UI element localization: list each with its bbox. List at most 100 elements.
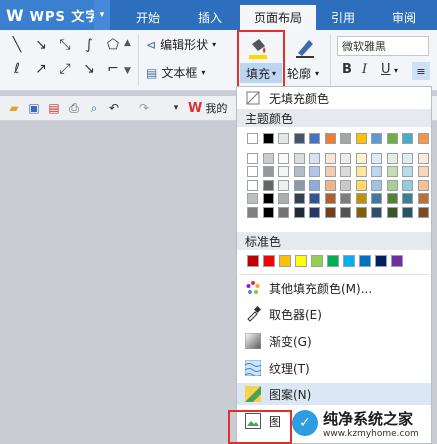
elbow-connector-shape-icon[interactable]: ⌐ [104, 60, 122, 78]
theme-color-swatch[interactable] [371, 179, 382, 191]
theme-color-swatch[interactable] [324, 166, 336, 177]
redo-icon[interactable]: ↷ [136, 100, 152, 116]
theme-color-swatch[interactable] [402, 166, 413, 177]
theme-color-swatch[interactable] [262, 152, 274, 164]
pattern-option[interactable]: 图案(N) [237, 383, 431, 405]
theme-color-swatch[interactable] [247, 193, 258, 204]
theme-color-swatch[interactable] [247, 152, 258, 164]
standard-color-swatch[interactable] [359, 255, 371, 267]
theme-color-swatch[interactable] [340, 206, 351, 218]
theme-color-swatch[interactable] [247, 133, 258, 144]
open-folder-icon[interactable]: ▰ [6, 100, 22, 116]
tab-reference[interactable]: 引用 [320, 5, 366, 30]
theme-color-swatch[interactable] [355, 206, 367, 218]
double-arrow-shape-icon[interactable]: ⤡ [56, 36, 74, 54]
theme-color-swatch[interactable] [386, 133, 398, 144]
standard-color-swatch[interactable] [375, 255, 387, 267]
theme-color-swatch[interactable] [324, 152, 336, 164]
curve-shape-icon[interactable]: ∫ [80, 36, 98, 54]
theme-color-swatch[interactable] [417, 166, 429, 177]
theme-color-swatch[interactable] [309, 166, 320, 177]
theme-color-swatch[interactable] [324, 206, 336, 218]
gradient-option[interactable]: 渐变(G) [237, 330, 431, 352]
theme-color-swatch[interactable] [417, 206, 429, 218]
theme-color-swatch[interactable] [386, 206, 398, 218]
theme-color-swatch[interactable] [324, 133, 336, 144]
theme-color-swatch[interactable] [309, 152, 320, 164]
save-icon[interactable]: ▣ [26, 100, 42, 116]
text-box-button[interactable]: ▤ 文本框 ▾ [146, 64, 205, 81]
theme-color-swatch[interactable] [262, 193, 274, 204]
theme-color-swatch[interactable] [402, 193, 413, 204]
theme-color-swatch[interactable] [278, 193, 289, 204]
theme-color-swatch[interactable] [402, 133, 413, 144]
underline-button[interactable]: U [381, 62, 391, 77]
theme-color-swatch[interactable] [386, 193, 398, 204]
freeform-shape-icon[interactable]: ⬠ [104, 36, 122, 54]
gallery-scroll-up-icon[interactable]: ▲ [124, 38, 131, 48]
theme-color-swatch[interactable] [278, 152, 289, 164]
more-fill-colors-option[interactable]: 其他填充颜色(M)... [237, 277, 431, 299]
theme-color-swatch[interactable] [247, 166, 258, 177]
theme-color-swatch[interactable] [262, 133, 274, 144]
theme-color-swatch[interactable] [417, 193, 429, 204]
print-preview-icon[interactable]: ⌕ [86, 100, 102, 116]
theme-color-swatch[interactable] [309, 206, 320, 218]
theme-color-swatch[interactable] [293, 166, 305, 177]
tab-review[interactable]: 审阅 [378, 5, 430, 30]
standard-color-swatch[interactable] [247, 255, 259, 267]
theme-color-swatch[interactable] [262, 179, 274, 191]
theme-color-swatch[interactable] [247, 179, 258, 191]
gallery-more-icon[interactable]: ▼ [124, 66, 131, 76]
theme-color-swatch[interactable] [293, 206, 305, 218]
theme-color-swatch[interactable] [293, 152, 305, 164]
font-name-select[interactable]: 微软雅黑 [337, 36, 429, 56]
customize-toolbar-icon[interactable]: ▾ [168, 100, 184, 116]
texture-option[interactable]: 纹理(T) [237, 357, 431, 379]
theme-color-swatch[interactable] [340, 166, 351, 177]
theme-color-swatch[interactable] [309, 193, 320, 204]
underline-dropdown-icon[interactable]: ▾ [394, 66, 398, 75]
theme-color-swatch[interactable] [417, 152, 429, 164]
app-menu-dropdown-icon[interactable]: ▾ [94, 0, 110, 30]
standard-color-swatch[interactable] [279, 255, 291, 267]
theme-color-swatch[interactable] [340, 133, 351, 144]
tab-start[interactable]: 开始 [122, 5, 174, 30]
scribble-shape-icon[interactable]: ℓ [8, 60, 26, 78]
theme-color-swatch[interactable] [324, 179, 336, 191]
theme-color-swatch[interactable] [355, 179, 367, 191]
undo-icon[interactable]: ↶ [106, 100, 122, 116]
theme-color-swatch[interactable] [355, 152, 367, 164]
theme-color-swatch[interactable] [340, 193, 351, 204]
export-pdf-icon[interactable]: ▤ [46, 100, 62, 116]
theme-color-swatch[interactable] [417, 133, 429, 144]
line-shape-icon[interactable]: ╲ [8, 36, 26, 54]
theme-color-swatch[interactable] [293, 133, 305, 144]
theme-color-swatch[interactable] [262, 206, 274, 218]
standard-color-swatch[interactable] [263, 255, 275, 267]
tab-insert[interactable]: 插入 [184, 5, 236, 30]
theme-color-swatch[interactable] [402, 179, 413, 191]
theme-color-swatch[interactable] [371, 206, 382, 218]
elbow-arrow-shape-icon[interactable]: ↘ [80, 60, 98, 78]
theme-color-swatch[interactable] [402, 152, 413, 164]
standard-color-swatch[interactable] [343, 255, 355, 267]
theme-color-swatch[interactable] [371, 133, 382, 144]
connector-shape-icon[interactable]: ↗ [32, 60, 50, 78]
theme-color-swatch[interactable] [340, 179, 351, 191]
standard-color-swatch[interactable] [311, 255, 323, 267]
italic-button[interactable]: I [362, 62, 367, 77]
theme-color-swatch[interactable] [309, 133, 320, 144]
theme-color-swatch[interactable] [371, 193, 382, 204]
theme-color-swatch[interactable] [309, 179, 320, 191]
arrow-shape-icon[interactable]: ↘ [32, 36, 50, 54]
theme-color-swatch[interactable] [386, 152, 398, 164]
theme-color-swatch[interactable] [386, 179, 398, 191]
document-tab[interactable]: W 我的 [188, 98, 238, 118]
standard-color-swatch[interactable] [391, 255, 403, 267]
theme-color-swatch[interactable] [262, 166, 274, 177]
edit-shape-button[interactable]: ⊲ 编辑形状 ▾ [146, 36, 216, 53]
align-left-icon[interactable]: ≡ [412, 62, 430, 80]
tab-page-layout[interactable]: 页面布局 [240, 5, 316, 30]
theme-color-swatch[interactable] [355, 166, 367, 177]
